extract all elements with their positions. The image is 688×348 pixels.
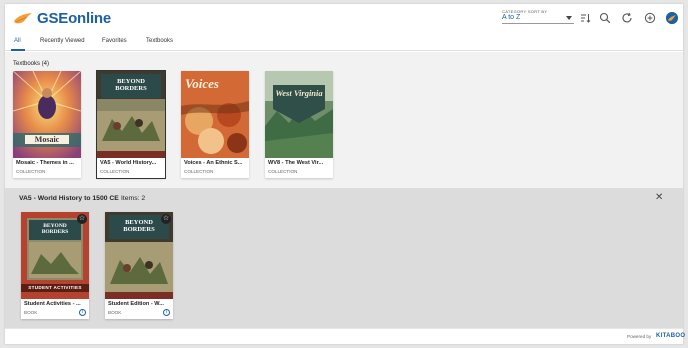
user-avatar-icon <box>666 12 678 24</box>
card-title: Voices - An Ethnic S... <box>184 160 243 166</box>
card-type: COLLECTION <box>184 169 214 174</box>
card-title: VA5 - World History... <box>100 160 157 166</box>
cover-image <box>13 71 81 158</box>
logo[interactable]: GSEonline <box>13 10 111 27</box>
collection-card[interactable]: Mosaic Mosaic - Themes in ... COLLECTION <box>13 71 81 178</box>
card-type: BOOK <box>108 310 122 315</box>
card-title: Student Activities - ... <box>24 301 81 307</box>
chevron-down-icon <box>566 16 572 20</box>
cover-title-beyond-borders: BEYOND BORDERS <box>41 223 69 235</box>
powered-by-label: Powered by <box>627 334 652 339</box>
bird-logo-icon <box>14 12 32 23</box>
card-type: COLLECTION <box>268 169 298 174</box>
cover-title-west-virginia: West Virginia <box>275 88 323 98</box>
avatar[interactable] <box>666 12 678 24</box>
card-title: Student Edition - W... <box>108 301 164 307</box>
tab-bar: All Recently Viewed Favorites Textbooks <box>5 34 683 51</box>
card-type: COLLECTION <box>16 169 46 174</box>
collection-card[interactable]: Voices Voices - An Ethnic S... COLLECTIO… <box>181 71 249 178</box>
add-icon[interactable] <box>644 12 656 24</box>
card-title: WV8 - The West Vir... <box>268 160 324 166</box>
cover-title-voices: Voices <box>185 76 219 91</box>
panel-title: VA5 - World History to 1500 CE <box>19 195 119 202</box>
bookmark-icon[interactable]: ☆ <box>161 214 171 224</box>
sort-dropdown[interactable]: A to Z <box>502 14 574 24</box>
search-icon[interactable] <box>599 12 611 24</box>
app-window: GSEonline CATEGORY SORT BY A to Z All Re… <box>5 4 686 344</box>
active-tab-indicator <box>11 49 25 51</box>
close-icon[interactable]: ✕ <box>655 192 663 203</box>
bookmark-icon[interactable]: ☆ <box>77 214 87 224</box>
footer: Powered by KITABOO <box>5 328 686 344</box>
panel-item-count: Items: 2 <box>121 195 146 202</box>
top-bar: GSEonline CATEGORY SORT BY A to Z <box>5 4 683 34</box>
library-content: Textbooks (4) Mosaic Mosaic - Themes in … <box>5 52 683 328</box>
collection-detail-panel: VA5 - World History to 1500 CE Items: 2 … <box>5 188 683 328</box>
vendor-logo: KITABOO <box>656 333 686 339</box>
refresh-icon[interactable] <box>621 12 633 24</box>
cover-title-beyond-borders: BEYOND BORDERS <box>123 219 155 233</box>
brand-name: GSEonline <box>37 10 112 27</box>
sort-value: A to Z <box>502 14 521 21</box>
card-type: BOOK <box>24 310 38 315</box>
book-card[interactable]: BEYOND BORDERS STUDENT ACTIVITIES ☆ Stud… <box>21 212 89 319</box>
cover-image <box>265 71 333 158</box>
section-title: Textbooks (4) <box>13 61 50 67</box>
cover-title-beyond-borders: BEYOND BORDERS <box>115 78 147 92</box>
info-icon[interactable]: i <box>163 309 170 316</box>
tab-recently-viewed[interactable]: Recently Viewed <box>40 38 85 44</box>
info-icon[interactable]: i <box>79 309 86 316</box>
book-card[interactable]: BEYOND BORDERS ☆ Student Edition - W... … <box>105 212 173 319</box>
collection-card[interactable]: BEYOND BORDERS VA5 - World History... CO… <box>96 70 166 179</box>
cover-banner: STUDENT ACTIVITIES <box>28 285 82 290</box>
sort-order-icon[interactable] <box>579 12 591 24</box>
cover-title-mosaic: Mosaic <box>34 135 60 144</box>
card-title: Mosaic - Themes in ... <box>16 160 74 166</box>
tab-all[interactable]: All <box>14 38 21 44</box>
collection-card[interactable]: West Virginia WV8 - The West Vir... COLL… <box>265 71 333 178</box>
card-type: COLLECTION <box>100 169 130 174</box>
tab-textbooks[interactable]: Textbooks <box>146 38 173 44</box>
tab-favorites[interactable]: Favorites <box>102 38 127 44</box>
